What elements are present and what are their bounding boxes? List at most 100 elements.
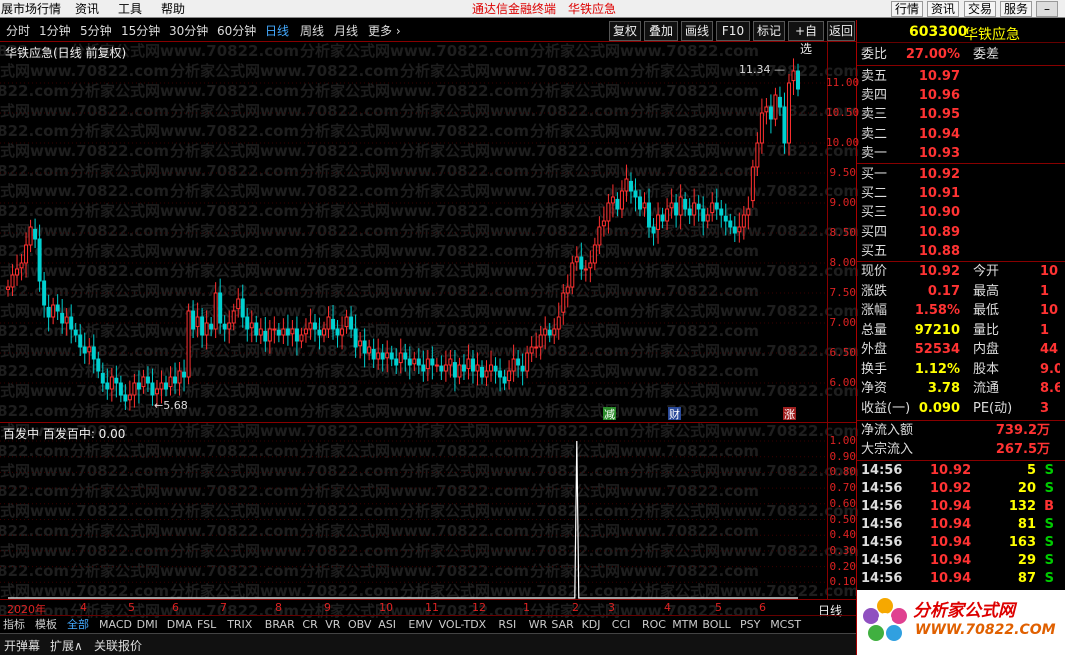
tick-price: 10.92	[930, 463, 972, 478]
indicator-tab[interactable]: 模板	[35, 618, 57, 632]
tick-price: 10.92	[930, 481, 972, 496]
indicator-tick-label: 0.20	[829, 559, 857, 573]
quote-label: 卖五	[861, 69, 888, 84]
date-tick-label: 6	[759, 601, 766, 614]
quote-value: 10.91	[918, 186, 960, 202]
indicator-tab[interactable]: TRIX	[227, 618, 252, 632]
flow-label: 大宗流入	[861, 442, 914, 457]
logo-url: WWW.70822.COM	[915, 622, 1056, 638]
candle-body	[60, 312, 65, 324]
candle-body	[628, 180, 633, 192]
quote-header: 603300 华铁应急	[857, 21, 1065, 43]
indicator-tab[interactable]: CCI	[612, 618, 631, 632]
candle-body	[773, 94, 778, 120]
candle-body	[33, 228, 38, 240]
candle-body	[317, 329, 322, 336]
quote-label: 流通	[973, 381, 1000, 396]
candle-body	[96, 358, 101, 372]
indicator-tick-label: 0.40	[829, 528, 857, 542]
indicator-tab[interactable]: ASI	[378, 618, 396, 632]
quote-label: 委比	[861, 47, 888, 62]
quote-button[interactable]: 行情	[891, 1, 923, 17]
info-button[interactable]: 资讯	[927, 1, 959, 17]
indicator-tab[interactable]: SAR	[551, 618, 573, 632]
indicator-tab[interactable]: ROC	[642, 618, 666, 632]
candle-body	[254, 322, 259, 336]
quote-value: 10.95	[918, 107, 960, 123]
quote-label: 收益(一)	[861, 400, 911, 416]
indicator-tab[interactable]: VOL-TDX	[439, 618, 487, 632]
indicator-tab[interactable]: FSL	[197, 618, 216, 632]
indicator-tab[interactable]: EMV	[408, 618, 432, 632]
indicator-line	[8, 440, 798, 599]
candle-body	[209, 323, 214, 330]
event-marker-reduce: 减	[604, 408, 615, 421]
minimize-icon[interactable]: –	[1036, 1, 1058, 17]
quote-label: 买三	[861, 205, 888, 221]
candle-body	[322, 328, 326, 336]
service-button[interactable]: 服务	[1000, 1, 1032, 17]
price-tick-label: 6.50	[829, 346, 857, 359]
date-tick-label: 5	[128, 601, 135, 614]
indicator-tab[interactable]: PSY	[740, 618, 760, 632]
candle-body	[520, 365, 525, 372]
candle-body	[570, 262, 575, 288]
indicator-tab[interactable]: VR	[325, 618, 340, 632]
candle-body	[786, 82, 791, 144]
expand-tab[interactable]: 扩展∧	[50, 637, 83, 654]
quote-value: 44	[1040, 342, 1059, 357]
candle-body	[389, 352, 394, 360]
indicator-tab[interactable]: DMA	[167, 618, 193, 632]
stat-row: 涨幅 1.58% 最低 10	[860, 301, 1060, 320]
quote-label: 最高	[973, 283, 1000, 299]
indicator-tab[interactable]: RSI	[498, 618, 516, 632]
candle-body	[272, 328, 277, 331]
indicator-tab[interactable]: DMI	[137, 618, 158, 632]
quote-label: 买一	[861, 167, 888, 182]
quote-value: 1.58%	[914, 303, 960, 318]
candle-body	[588, 262, 593, 269]
indicator-tab[interactable]: BOLL	[702, 618, 730, 632]
candlestick-chart[interactable]: 11.34 — ←5.68 减 财 涨	[0, 0, 856, 600]
indicator-tab[interactable]: 指标	[3, 618, 25, 632]
indicator-tab[interactable]: MCST	[770, 618, 801, 632]
stat-row: 总量 97210 量比 1	[860, 321, 1060, 340]
candle-body	[6, 286, 10, 290]
candle-body	[245, 316, 250, 330]
indicator-tab[interactable]: MTM	[672, 618, 698, 632]
indicator-tab[interactable]: 全部	[67, 618, 89, 632]
trade-button[interactable]: 交易	[964, 1, 996, 17]
tick-direction: S	[1044, 517, 1054, 532]
related-quote-tab[interactable]: 关联报价	[94, 637, 142, 654]
indicator-tick-label: 0.80	[829, 465, 857, 479]
candle-body	[367, 346, 372, 354]
date-tick-label: 4	[80, 601, 87, 614]
tick-row: 14:56 10.92 20 S	[860, 480, 1060, 498]
candle-body	[177, 370, 182, 384]
danmu-tab[interactable]: 开弹幕	[4, 637, 40, 654]
candle-body	[394, 358, 399, 366]
quote-value: 1.12%	[914, 361, 960, 377]
indicator-tab[interactable]: OBV	[348, 618, 371, 632]
max-price-label: 11.34 —	[739, 63, 785, 76]
candle-body	[448, 358, 453, 366]
candle-body	[777, 96, 782, 108]
quote-separator	[857, 460, 1065, 461]
quote-label: 卖三	[861, 107, 888, 123]
price-tick-label: 7.50	[829, 286, 857, 299]
stat-row: 现价 10.92 今开 10	[860, 262, 1060, 281]
price-tick-label: 8.50	[829, 226, 857, 239]
candle-body	[741, 214, 746, 228]
candle-body	[340, 328, 345, 336]
candle-body	[335, 328, 340, 336]
quote-value: 10.92	[918, 167, 960, 182]
indicator-tab[interactable]: WR	[529, 618, 548, 632]
candle-body	[182, 371, 187, 378]
candle-body	[154, 388, 159, 395]
indicator-tab[interactable]: CR	[302, 618, 317, 632]
indicator-tab[interactable]: MACD	[99, 618, 132, 632]
indicator-tab[interactable]: KDJ	[582, 618, 601, 632]
candle-body	[502, 376, 507, 384]
indicator-tab[interactable]: BRAR	[265, 618, 295, 632]
date-tick-label: 12	[472, 601, 486, 614]
